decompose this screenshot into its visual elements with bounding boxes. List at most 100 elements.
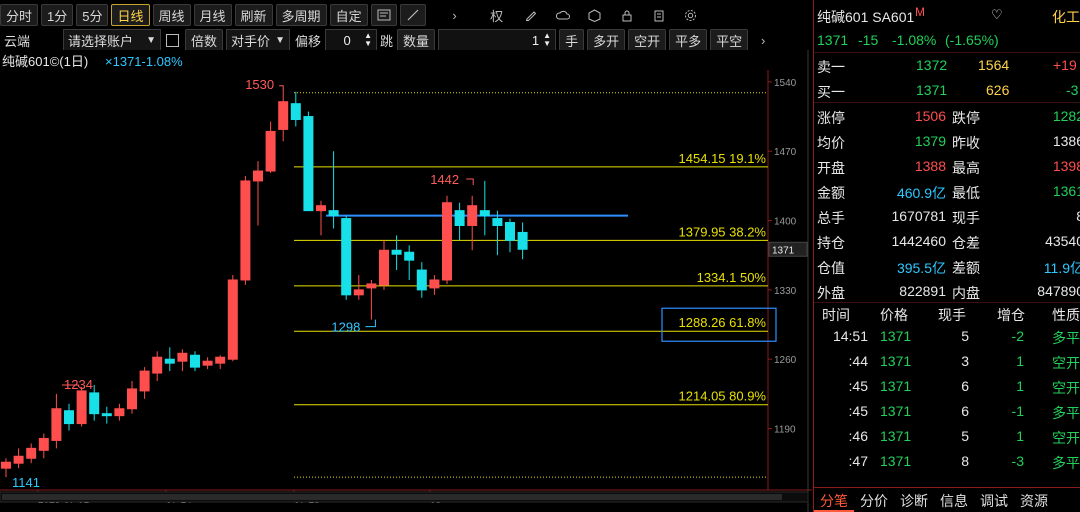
stats-row: 开盘 1388 最高 1398 <box>814 154 1080 179</box>
tick-vol: 5 <box>961 328 969 344</box>
candle-body <box>64 410 74 425</box>
candle-body <box>492 218 503 227</box>
buy1-chg: -3 <box>1066 82 1079 98</box>
account-select[interactable]: 请选择账户 ▼ <box>63 29 161 51</box>
quote-row: 1371 -15 -1.08% (-1.65%) <box>814 28 1080 53</box>
stat-value: 1388 <box>914 158 946 174</box>
buy1-vol: 626 <box>986 82 1010 98</box>
sell-open-button[interactable]: 空开 <box>628 29 667 51</box>
period-tab-5min[interactable]: 5分 <box>76 4 109 26</box>
cloud-label: 云端 <box>4 33 31 49</box>
tick-nature: 多平 <box>1052 405 1080 421</box>
stat-label: 差额 <box>952 260 980 276</box>
y-axis-label: 1330 <box>774 286 797 297</box>
candle-body <box>76 390 87 425</box>
tick-time: :47 <box>848 453 868 469</box>
offset-value: 0 <box>343 32 351 48</box>
multiple-button[interactable]: 倍数 <box>185 29 224 51</box>
cloud-select[interactable]: 云端 <box>0 29 60 51</box>
offset-label: 偏移 <box>295 33 322 49</box>
stepper-icon[interactable]: ▲ ▼ <box>364 32 372 48</box>
candle-body <box>517 231 528 250</box>
fib-level-label: 1288.26 61.8% <box>679 315 767 330</box>
sell1-row[interactable]: 卖一 1372 1564 +19 <box>814 53 1080 78</box>
price-type-label: 对手价 <box>231 33 271 49</box>
stats-row: 仓值 395.5亿 差额 11.9亿 <box>814 254 1080 279</box>
period-tab-weekly[interactable]: 周线 <box>152 4 191 26</box>
price-type-select[interactable]: 对手价 ▼ <box>226 29 291 51</box>
heart-icon[interactable]: ♡ <box>991 7 1003 23</box>
current-price-label: 1371 <box>772 245 795 256</box>
tick-header-nature: 性质 <box>1052 307 1080 323</box>
multi-period-button[interactable]: 多周期 <box>275 4 327 26</box>
stat-value: 43540 <box>1045 233 1080 249</box>
period-tab-intraday[interactable]: 分时 <box>0 4 39 26</box>
clipboard-icon[interactable] <box>647 4 671 26</box>
tick-header-time: 时间 <box>822 307 850 323</box>
quan-icon[interactable]: 权 <box>485 4 509 26</box>
stats-row: 均价 1379 昨收 1386 <box>814 129 1080 154</box>
tick-oi: -2 <box>1011 328 1024 344</box>
candle-body <box>416 269 427 291</box>
stat-label: 开盘 <box>817 160 845 176</box>
candle-body <box>190 354 200 368</box>
line-draw-icon[interactable] <box>399 4 426 26</box>
quantity-button[interactable]: 数量 <box>397 29 436 51</box>
refresh-button[interactable]: 刷新 <box>234 4 273 26</box>
stat-label: 内盘 <box>952 285 980 301</box>
close-short-button[interactable]: 平空 <box>710 29 749 51</box>
gear-icon[interactable] <box>679 4 703 26</box>
frame-icon[interactable] <box>370 4 397 26</box>
candle-body <box>51 408 62 441</box>
period-tab-daily[interactable]: 日线 <box>111 4 150 26</box>
tick-row: 14:51 1371 5 -2 多平 <box>814 324 1080 349</box>
tab-debug[interactable]: 调试 <box>974 488 1014 512</box>
cube-icon[interactable] <box>583 4 607 26</box>
chart-symbol-label: 纯碱601©(1日) <box>2 54 88 69</box>
tab-diagnosis[interactable]: 诊断 <box>894 488 934 512</box>
multiple-checkbox[interactable] <box>166 33 179 47</box>
candle-body <box>328 210 339 217</box>
close-long-button[interactable]: 平多 <box>669 29 708 51</box>
hand-button[interactable]: 手 <box>559 29 585 51</box>
scrollbar-thumb[interactable] <box>2 494 782 500</box>
buy-open-button[interactable]: 多开 <box>587 29 626 51</box>
pen-icon[interactable] <box>519 4 543 26</box>
tick-vol: 8 <box>961 453 969 469</box>
quantity-input[interactable]: 1 ▲ ▼ <box>438 29 557 51</box>
buy1-row[interactable]: 买一 1371 626 -3 <box>814 78 1080 103</box>
candle-body <box>404 251 415 261</box>
tick-price: 1371 <box>880 328 912 344</box>
period-tab-1min[interactable]: 1分 <box>41 4 74 26</box>
tick-oi: 1 <box>1016 378 1024 394</box>
cloud-icon[interactable] <box>551 4 575 26</box>
lock-icon[interactable] <box>615 4 639 26</box>
buy1-price: 1371 <box>916 82 948 98</box>
tab-price-dist[interactable]: 分价 <box>854 488 894 512</box>
tick-nature: 空开 <box>1052 380 1080 396</box>
tab-resources[interactable]: 资源 <box>1014 488 1054 512</box>
candle-body <box>1 461 11 469</box>
stat-value: 1386 <box>1052 133 1080 149</box>
stat-value: 1379 <box>914 133 946 149</box>
chevron-right-icon[interactable]: › <box>751 29 775 51</box>
stat-label: 仓值 <box>817 260 845 276</box>
offset-input[interactable]: 0 ▲ ▼ <box>325 29 378 51</box>
tick-row: :46 1371 5 1 空开 <box>814 424 1080 449</box>
custom-button[interactable]: 自定 <box>329 4 368 26</box>
sector-link[interactable]: 化工 <box>1052 7 1080 27</box>
candle-body <box>316 205 326 212</box>
tick-row: :44 1371 3 1 空开 <box>814 349 1080 374</box>
stepper-icon[interactable]: ▲ ▼ <box>543 32 551 48</box>
candlestick-chart[interactable]: 纯碱601©(1日) ×1371-1.08% 1454.15 19.1% 1379… <box>0 50 812 512</box>
stat-label: 最高 <box>952 160 980 176</box>
y-axis-label: 1400 <box>774 217 797 228</box>
left-low-label: 1141 <box>12 475 40 490</box>
tab-info[interactable]: 信息 <box>934 488 974 512</box>
sell1-label: 卖一 <box>817 59 845 75</box>
stat-label: 仓差 <box>952 235 980 251</box>
tick-nature: 空开 <box>1052 355 1080 371</box>
chevron-right-icon[interactable]: › <box>443 4 467 26</box>
period-tab-monthly[interactable]: 月线 <box>193 4 232 26</box>
tab-ticks[interactable]: 分笔 <box>814 488 854 512</box>
